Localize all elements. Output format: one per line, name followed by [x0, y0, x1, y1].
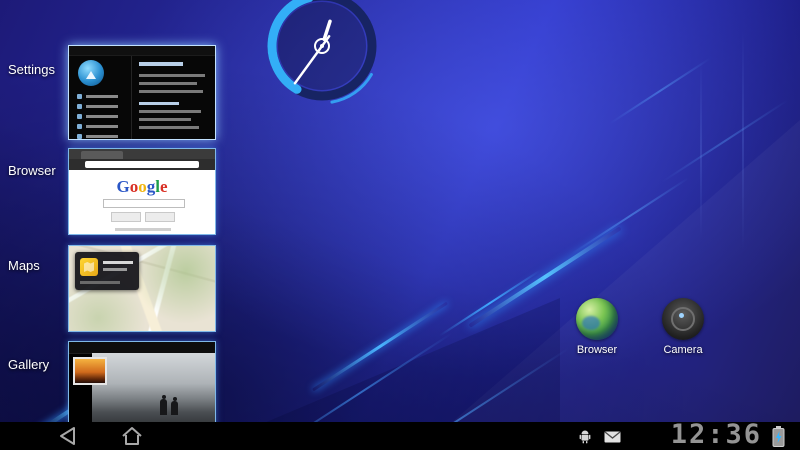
google-logo: Google — [69, 177, 215, 197]
shortcut-camera[interactable]: Camera — [650, 298, 716, 356]
android-icon — [579, 430, 591, 444]
wallpaper-streak — [439, 269, 541, 337]
wallpaper-streak — [609, 57, 711, 125]
settings-header-bar — [69, 46, 215, 56]
google-search-button — [111, 212, 141, 222]
recent-app-label-settings: Settings — [8, 62, 55, 77]
google-logo-letter: g — [146, 177, 156, 196]
analog-clock-icon — [267, 0, 377, 104]
google-logo-letter: G — [116, 177, 130, 196]
shortcut-browser[interactable]: Browser — [564, 298, 630, 356]
android-notification-icon[interactable] — [578, 429, 592, 449]
camera-lens-icon — [662, 298, 704, 340]
wallpaper-line — [700, 60, 702, 240]
browser-globe-icon — [576, 298, 618, 340]
map-callout — [75, 252, 139, 290]
recent-app-label-gallery: Gallery — [8, 357, 50, 372]
google-search-box — [103, 199, 185, 208]
wallpaper-streak — [661, 99, 789, 183]
status-bar-clock[interactable]: 12:36 — [632, 421, 762, 449]
battery-icon — [772, 426, 785, 447]
battery-charging-icon[interactable] — [772, 426, 785, 447]
settings-gauge-icon — [78, 60, 104, 86]
back-icon — [60, 427, 75, 445]
recent-app-label-browser: Browser — [8, 163, 56, 178]
photo-person — [160, 395, 167, 415]
google-logo-letter: o — [138, 177, 147, 196]
browser-tab-bar — [69, 149, 215, 159]
maps-app-icon — [80, 258, 98, 276]
android-home-screen: Settings Browser Maps Gallery Google Bro… — [0, 0, 800, 450]
wallpaper-line — [742, 30, 744, 250]
recent-thumbnail-settings[interactable] — [68, 45, 216, 140]
gallery-photo — [92, 353, 215, 429]
gallery-sunset-thumbnail — [73, 357, 107, 385]
recent-thumbnail-gallery[interactable] — [68, 341, 216, 430]
envelope-icon — [604, 431, 621, 443]
system-bar: 12:36 — [0, 421, 800, 450]
email-notification-icon[interactable] — [604, 430, 621, 448]
back-button[interactable] — [52, 425, 84, 447]
google-logo-letter: e — [159, 177, 168, 196]
browser-address-bar — [69, 159, 215, 170]
wallpaper-streak — [570, 177, 690, 255]
recent-thumbnail-browser[interactable]: Google — [68, 148, 216, 235]
shortcut-camera-label: Camera — [663, 344, 703, 356]
google-footer-links — [115, 228, 171, 231]
google-logo-letter: o — [129, 177, 139, 196]
shortcut-browser-label: Browser — [576, 344, 618, 356]
wallpaper-streak — [312, 301, 448, 392]
analog-clock-widget[interactable] — [250, 0, 395, 113]
home-button[interactable] — [116, 425, 148, 447]
photo-person — [171, 397, 178, 415]
home-icon — [122, 427, 142, 445]
settings-divider — [131, 56, 132, 139]
recent-app-label-maps: Maps — [8, 258, 40, 273]
google-lucky-button — [145, 212, 175, 222]
recent-thumbnail-maps[interactable] — [68, 245, 216, 332]
